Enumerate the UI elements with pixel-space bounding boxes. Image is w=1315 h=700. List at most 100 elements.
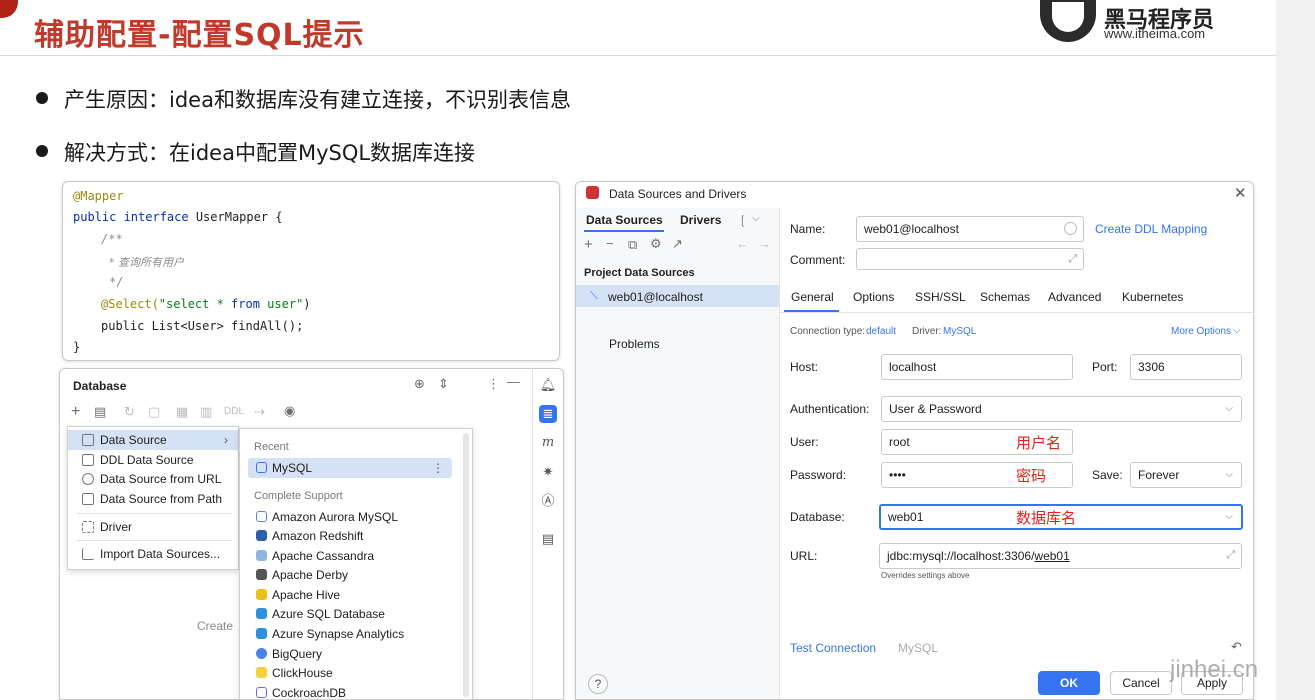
submenu-item[interactable]: Apache Derby: [248, 565, 452, 585]
submenu-label: BigQuery: [272, 647, 323, 661]
datasource-properties-icon[interactable]: ▤: [94, 404, 106, 420]
ok-button[interactable]: OK: [1038, 671, 1100, 695]
copy-icon[interactable]: ⧉: [628, 237, 637, 253]
submenu-item[interactable]: ClickHouse: [248, 663, 452, 683]
submenu-label: CockroachDB: [272, 686, 347, 700]
ai-assistant-icon[interactable]: Ⓐ: [539, 492, 557, 510]
expand-icon[interactable]: ⤢: [1226, 543, 1235, 567]
tab-general[interactable]: General: [791, 290, 834, 304]
connection-type-link[interactable]: default: [866, 326, 896, 337]
authentication-select[interactable]: User & Password ⌵: [881, 396, 1242, 422]
submenu-item[interactable]: Amazon Redshift: [248, 526, 452, 546]
url-input[interactable]: jdbc:mysql://localhost:3306/web01 ⤢: [879, 543, 1242, 569]
view-options-icon[interactable]: ◉: [284, 403, 295, 419]
jump-icon[interactable]: ⇢: [254, 404, 265, 420]
host-input[interactable]: localhost: [881, 354, 1073, 380]
menu-item-data-source-path[interactable]: Data Source from Path: [68, 489, 238, 509]
tab-overflow[interactable]: [: [741, 213, 744, 227]
add-icon[interactable]: +: [584, 236, 593, 253]
name-input[interactable]: web01@localhost: [856, 216, 1084, 242]
tab-ssh-ssl[interactable]: SSH/SSL: [915, 290, 966, 304]
revert-icon[interactable]: ↶: [1231, 639, 1242, 655]
minimize-icon[interactable]: —: [507, 374, 520, 389]
database-icon[interactable]: ≣: [539, 405, 557, 423]
more-icon[interactable]: ⋮: [487, 376, 500, 392]
test-connection-driver: MySQL: [898, 641, 939, 655]
dialog-title: Data Sources and Drivers: [609, 187, 747, 201]
plugin-icon[interactable]: ✷: [539, 463, 557, 481]
more-options-link[interactable]: More Options: [1171, 326, 1231, 337]
submenu-item-mysql-recent[interactable]: MySQL ⋮: [248, 458, 452, 478]
close-icon[interactable]: ✕: [1234, 184, 1247, 202]
submenu-item[interactable]: Apache Hive: [248, 585, 452, 605]
submenu-item[interactable]: Azure SQL Database: [248, 604, 452, 624]
submenu-item[interactable]: BigQuery: [248, 644, 452, 664]
password-annotation: 密码: [1016, 467, 1047, 485]
code-text: UserMapper {: [195, 210, 283, 224]
tab-kubernetes[interactable]: Kubernetes: [1122, 290, 1183, 304]
submenu-item[interactable]: Apache Cassandra: [248, 546, 452, 566]
m-icon[interactable]: m: [539, 434, 557, 452]
refresh-icon[interactable]: ↻: [124, 404, 135, 420]
driver-link[interactable]: MySQL: [943, 326, 976, 337]
tab-schemas[interactable]: Schemas: [980, 290, 1030, 304]
bullet-dot: [36, 145, 48, 157]
menu-item-data-source-url[interactable]: Data Source from URL: [68, 469, 238, 489]
settings-icon[interactable]: ⚙: [650, 236, 662, 252]
expand-collapse-icon[interactable]: ⇕: [438, 376, 449, 392]
intellij-app-icon: [586, 186, 599, 199]
data-source-submenu: Recent MySQL ⋮ Complete Support Amazon Au…: [239, 428, 473, 700]
comment-input[interactable]: ⤢: [856, 248, 1084, 270]
code-line: }: [73, 340, 81, 354]
add-icon[interactable]: +: [71, 403, 80, 421]
code-string: user": [267, 297, 304, 311]
name-value: web01@localhost: [864, 222, 959, 236]
url-icon: [82, 473, 94, 485]
color-picker-icon[interactable]: [1064, 222, 1077, 235]
table-icon[interactable]: ▥: [200, 404, 212, 420]
chevron-down-icon[interactable]: ⌵: [752, 213, 760, 224]
port-label: Port:: [1092, 360, 1118, 374]
cancel-button[interactable]: Cancel: [1110, 671, 1172, 695]
menu-label: Data Source: [100, 433, 167, 447]
more-icon[interactable]: ⋮: [432, 458, 444, 478]
target-icon[interactable]: ⊕: [414, 376, 425, 392]
ddl-button[interactable]: DDL: [224, 406, 244, 417]
submenu-label: Apache Cassandra: [272, 549, 375, 563]
expand-icon[interactable]: ⤢: [1068, 247, 1077, 271]
tab-options[interactable]: Options: [853, 290, 894, 304]
ddl-icon: [82, 454, 94, 466]
cassandra-icon: [256, 550, 267, 561]
datasource-item-label: web01@localhost: [608, 290, 703, 304]
name-label: Name:: [790, 222, 826, 236]
forward-icon[interactable]: →: [758, 236, 771, 251]
stop-icon[interactable]: ▢: [148, 404, 160, 420]
menu-item-ddl-data-source[interactable]: DDL Data Source: [68, 450, 238, 470]
tab-data-sources[interactable]: Data Sources: [586, 213, 663, 227]
help-button[interactable]: ?: [588, 674, 608, 694]
menu-item-driver[interactable]: Driver: [68, 517, 238, 537]
structure-icon[interactable]: ▤: [539, 530, 557, 548]
submenu-item[interactable]: Azure Synapse Analytics: [248, 624, 452, 644]
tab-advanced[interactable]: Advanced: [1048, 290, 1101, 304]
chevron-down-icon[interactable]: ⌵: [1233, 325, 1241, 336]
port-input[interactable]: 3306: [1130, 354, 1242, 380]
problems-item[interactable]: Problems: [609, 337, 660, 351]
submenu-item[interactable]: Amazon Aurora MySQL: [248, 507, 452, 527]
back-icon[interactable]: ←: [736, 236, 749, 251]
menu-item-import[interactable]: Import Data Sources...: [68, 544, 238, 564]
submenu-item[interactable]: CockroachDB: [248, 683, 452, 700]
test-connection-link[interactable]: Test Connection: [790, 641, 876, 655]
mysql-icon: [256, 462, 267, 473]
chevron-right-icon: ›: [224, 433, 228, 447]
notifications-icon[interactable]: 🔔︎: [539, 376, 557, 394]
submenu-scrollbar[interactable]: [463, 433, 469, 697]
save-select[interactable]: Forever ⌵: [1130, 462, 1242, 488]
remove-icon[interactable]: −: [606, 236, 614, 251]
create-ddl-mapping-link[interactable]: Create DDL Mapping: [1095, 222, 1207, 236]
submenu-label: Apache Derby: [272, 568, 349, 582]
tab-drivers[interactable]: Drivers: [680, 213, 721, 227]
console-icon[interactable]: ▦: [176, 404, 188, 420]
menu-item-data-source[interactable]: Data Source ›: [68, 430, 238, 450]
open-icon[interactable]: ↗: [672, 236, 683, 252]
